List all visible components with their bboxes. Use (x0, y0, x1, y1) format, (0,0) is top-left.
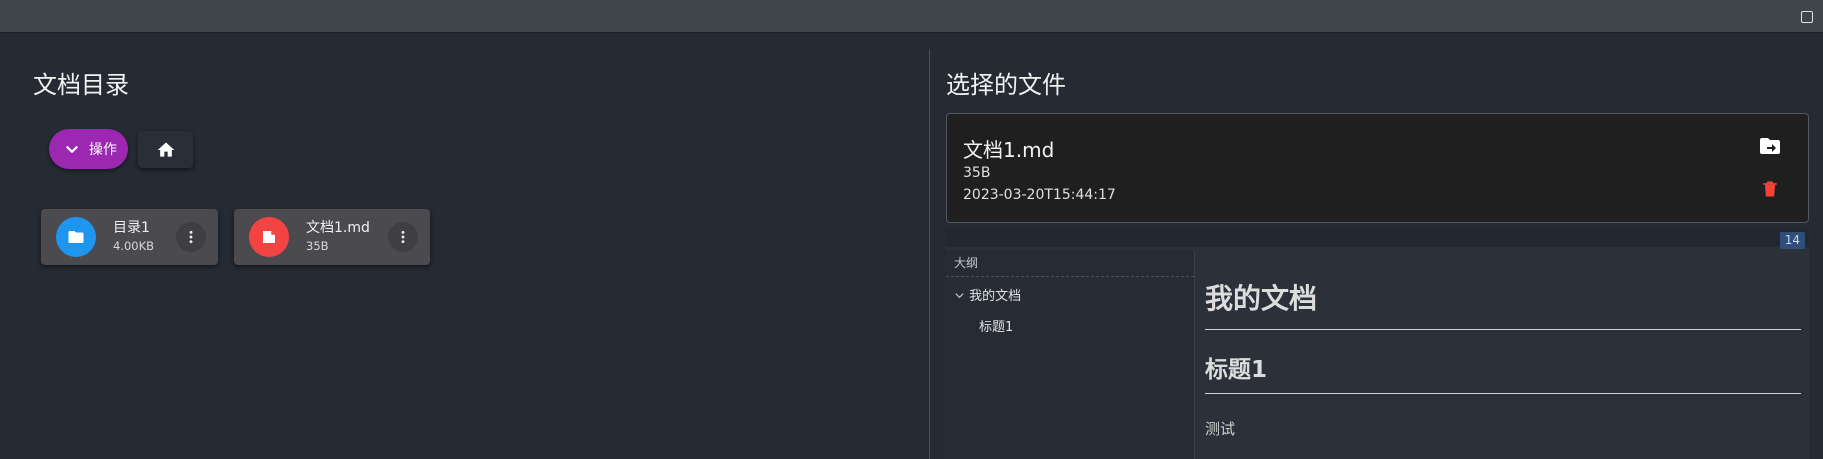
actions-button-label: 操作 (89, 142, 117, 158)
editor-toolbar: 14 (946, 228, 1809, 249)
heading-rule (1205, 329, 1801, 330)
actions-button[interactable]: 操作 (49, 129, 128, 169)
delete-file-button[interactable] (1760, 178, 1780, 204)
folder-icon (56, 217, 96, 257)
selected-file-date: 2023-03-20T15:44:17 (963, 187, 1116, 203)
selected-title: 选择的文件 (946, 71, 1066, 99)
maximize-button[interactable] (1801, 11, 1813, 23)
more-vert-icon (401, 230, 405, 244)
file-size: 35B (306, 239, 329, 253)
window-titlebar (0, 0, 1823, 33)
directory-panel: 文档目录 操作 目录1 4.00KB 文档1.md 35B (0, 34, 929, 459)
chevron-down-icon (955, 293, 964, 299)
outline-title: 大纲 (946, 250, 1194, 277)
file-size: 4.00KB (113, 239, 155, 253)
preview-heading-2: 标题1 (1205, 357, 1268, 383)
file-icon (249, 217, 289, 257)
file-card-folder[interactable]: 目录1 4.00KB (41, 209, 218, 265)
selected-file-name: 文档1.md (963, 138, 1055, 162)
selected-file-panel: 选择的文件 文档1.md 35B 2023-03-20T15:44:17 14 … (930, 34, 1823, 459)
count-badge: 14 (1779, 232, 1805, 249)
file-name: 目录1 (113, 220, 150, 236)
move-file-button[interactable] (1758, 134, 1782, 162)
more-vert-icon (189, 230, 193, 244)
folder-move-icon (1760, 138, 1780, 154)
outline-item-label: 我的文档 (969, 289, 1022, 304)
selected-file-size: 35B (963, 165, 991, 181)
home-icon (157, 142, 174, 157)
selected-file-card: 文档1.md 35B 2023-03-20T15:44:17 (946, 113, 1809, 223)
home-button[interactable] (138, 131, 193, 168)
outline-panel: 大纲 我的文档 标题1 (946, 250, 1195, 459)
more-vert-button[interactable] (388, 222, 418, 252)
more-vert-button[interactable] (176, 222, 206, 252)
outline-item[interactable]: 我的文档 (954, 285, 1021, 304)
chevron-down-icon (66, 146, 78, 153)
delete-icon (1763, 181, 1777, 197)
markdown-editor: 14 大纲 我的文档 标题1 我的文档 标题1 测试 (946, 228, 1809, 459)
markdown-preview: 我的文档 标题1 测试 (1196, 250, 1809, 459)
file-card-md[interactable]: 文档1.md 35B (234, 209, 430, 265)
heading-rule (1205, 393, 1801, 394)
preview-heading-1: 我的文档 (1205, 282, 1318, 315)
directory-title: 文档目录 (33, 71, 129, 99)
outline-item[interactable]: 标题1 (979, 316, 1013, 335)
file-name: 文档1.md (306, 220, 370, 236)
outline-item-label: 标题1 (979, 320, 1014, 335)
preview-paragraph: 测试 (1205, 420, 1236, 438)
